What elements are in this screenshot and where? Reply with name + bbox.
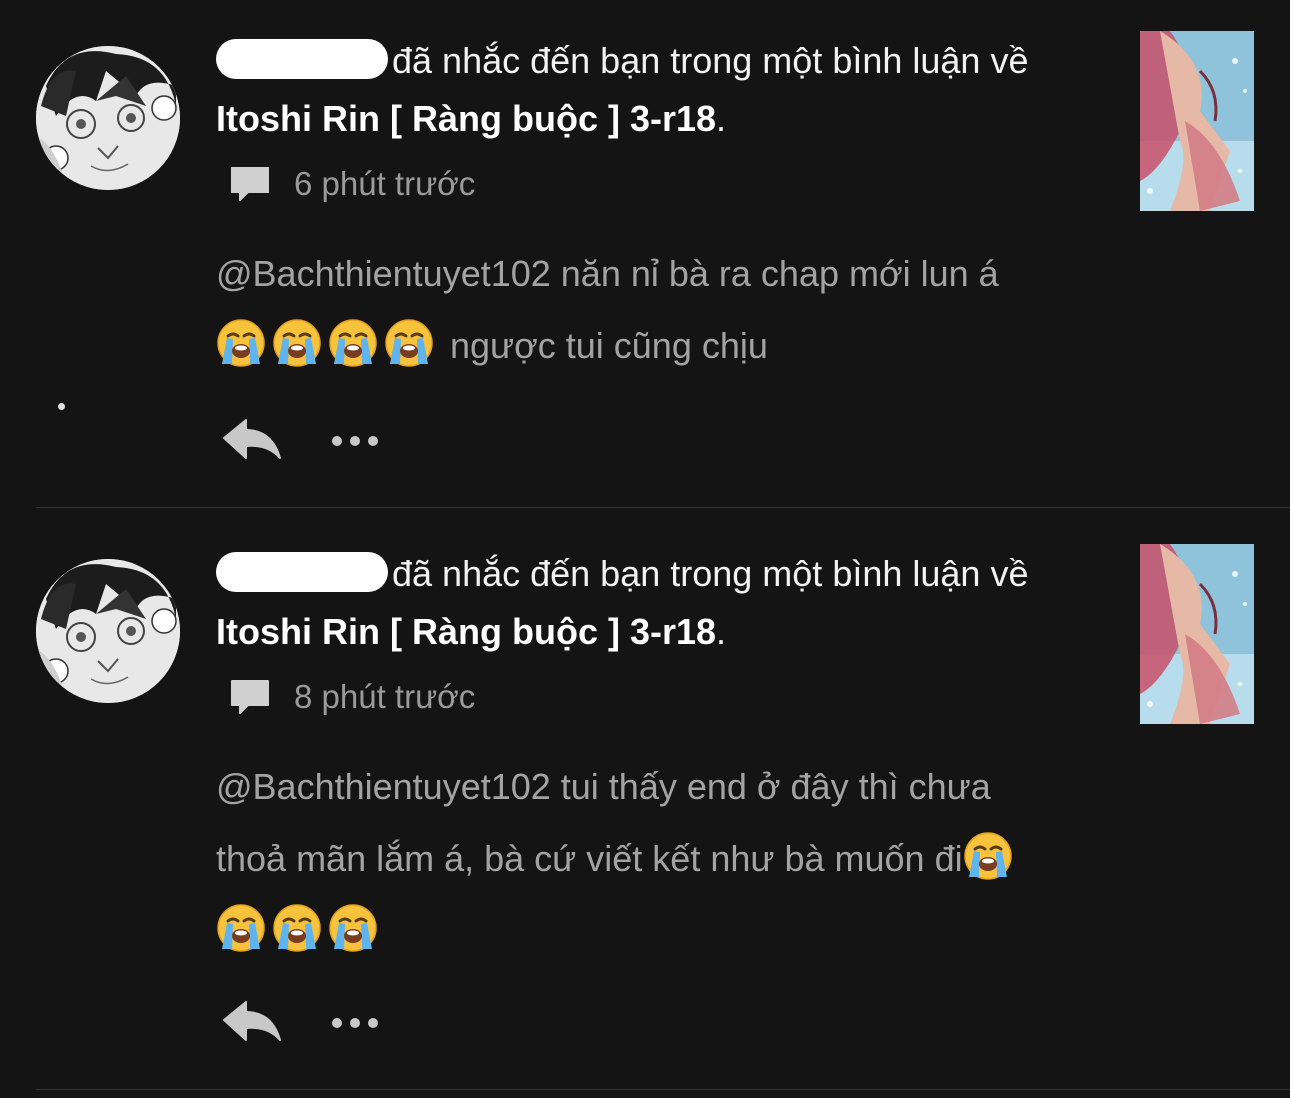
comment-line: thoả mãn lắm á, bà cứ viết kết như bà mu…	[216, 823, 1096, 895]
loudly-crying-face-emoji	[384, 318, 434, 368]
reply-arrow-icon[interactable]	[220, 998, 284, 1048]
loudly-crying-face-emoji	[272, 318, 322, 368]
redacted-username	[216, 39, 388, 79]
timestamp: 8 phút trước	[294, 678, 476, 715]
notification-meta: 8 phút trước	[228, 677, 475, 717]
comment-line-text: ngược tui cũng chịu	[440, 325, 768, 366]
loudly-crying-face-emoji	[328, 903, 378, 953]
loudly-crying-face-emoji	[328, 318, 378, 368]
divider	[36, 1089, 1290, 1090]
more-dots-icon[interactable]	[332, 1018, 378, 1028]
timestamp: 6 phút trước	[294, 165, 476, 202]
loudly-crying-face-emoji	[963, 831, 1013, 881]
loudly-crying-face-emoji	[216, 318, 266, 368]
avatar[interactable]	[36, 559, 180, 703]
comment-text: @Bachthientuyet102 tui thấy end ở đây th…	[216, 751, 1096, 967]
divider	[36, 507, 1290, 508]
comment-line: @Bachthientuyet102 tui thấy end ở đây th…	[216, 766, 991, 807]
title-period: .	[716, 98, 727, 139]
comment-line-text: thoả mãn lắm á, bà cứ viết kết như bà mu…	[216, 838, 963, 879]
notification-headline: đã nhắc đến bạn trong một bình luận về I…	[216, 545, 1116, 661]
loudly-crying-face-emoji	[272, 903, 322, 953]
redacted-username	[216, 552, 388, 592]
story-title-link[interactable]: Itoshi Rin [ Ràng buộc ] 3-r18	[216, 98, 716, 139]
title-period: .	[716, 611, 727, 652]
avatar[interactable]	[36, 46, 180, 190]
comment-bubble-icon	[228, 677, 272, 717]
story-title-link[interactable]: Itoshi Rin [ Ràng buộc ] 3-r18	[216, 611, 716, 652]
notification-actions	[220, 416, 378, 466]
loudly-crying-face-emoji	[216, 903, 266, 953]
more-dots-icon[interactable]	[332, 436, 378, 446]
action-text: đã nhắc đến bạn trong một bình luận về	[392, 553, 1029, 594]
comment-line: ngược tui cũng chịu	[216, 310, 1096, 382]
notification-actions	[220, 998, 378, 1048]
notification-meta: 6 phút trước	[228, 164, 475, 204]
comment-bubble-icon	[228, 164, 272, 204]
comment-line: @Bachthientuyet102 năn nỉ bà ra chap mới…	[216, 253, 999, 294]
reply-arrow-icon[interactable]	[220, 416, 284, 466]
notification-feed: đã nhắc đến bạn trong một bình luận về I…	[0, 0, 1290, 1098]
story-cover-thumbnail[interactable]	[1140, 544, 1254, 724]
comment-line	[216, 895, 1096, 967]
notification-headline: đã nhắc đến bạn trong một bình luận về I…	[216, 32, 1116, 148]
stray-dot	[58, 403, 65, 410]
story-cover-thumbnail[interactable]	[1140, 31, 1254, 211]
comment-text: @Bachthientuyet102 năn nỉ bà ra chap mới…	[216, 238, 1096, 382]
action-text: đã nhắc đến bạn trong một bình luận về	[392, 40, 1029, 81]
